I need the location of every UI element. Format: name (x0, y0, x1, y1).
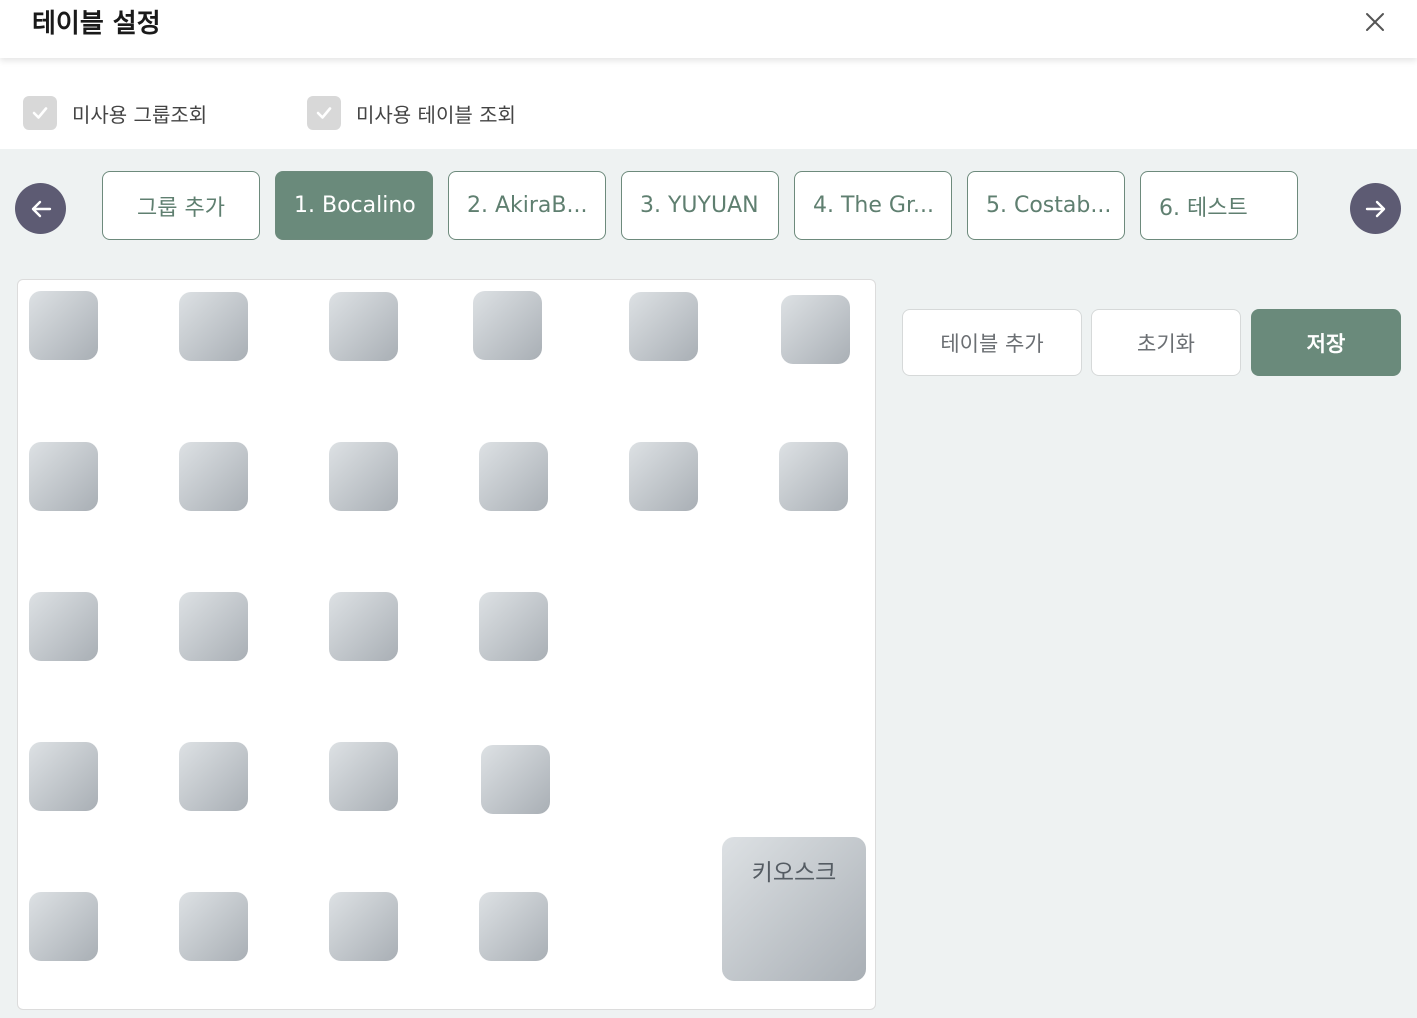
table-tile[interactable] (329, 892, 398, 961)
arrow-left-icon (31, 200, 51, 217)
table-tile[interactable] (329, 442, 398, 511)
table-tile[interactable] (329, 592, 398, 661)
table-tile[interactable] (329, 292, 398, 361)
floor-plan: 키오스크 (17, 279, 876, 1010)
filter-bar: 미사용 그룹조회 미사용 테이블 조회 (0, 58, 1417, 149)
close-button[interactable] (1363, 10, 1387, 34)
group-tab-5[interactable]: 5. Costab... (967, 171, 1125, 240)
unused-group-filter[interactable]: 미사용 그룹조회 (23, 96, 207, 130)
add-table-button[interactable]: 테이블 추가 (902, 309, 1082, 376)
prev-group-button[interactable] (15, 183, 66, 234)
group-tab-2[interactable]: 2. AkiraB... (448, 171, 606, 240)
kiosk-label: 키오스크 (751, 860, 837, 886)
table-tile[interactable] (179, 292, 248, 361)
table-tile[interactable] (29, 742, 98, 811)
table-tile[interactable] (629, 292, 698, 361)
unused-table-label: 미사용 테이블 조회 (356, 102, 516, 127)
check-icon (316, 107, 332, 119)
next-group-button[interactable] (1350, 183, 1401, 234)
table-tile[interactable] (781, 295, 850, 364)
unused-group-checkbox[interactable] (23, 96, 57, 130)
table-tile[interactable] (629, 442, 698, 511)
close-icon (1366, 13, 1384, 31)
group-tab-4[interactable]: 4. The Gr... (794, 171, 952, 240)
table-tile[interactable] (29, 442, 98, 511)
kiosk-tile[interactable]: 키오스크 (722, 837, 866, 981)
group-tab-1[interactable]: 1. Bocalino (275, 171, 433, 240)
table-tile[interactable] (473, 291, 542, 360)
table-tile[interactable] (479, 892, 548, 961)
modal-title: 테이블 설정 (32, 9, 161, 39)
table-tile[interactable] (179, 442, 248, 511)
group-tab-6[interactable]: 6. 테스트 (1140, 171, 1298, 240)
group-tab-3[interactable]: 3. YUYUAN (621, 171, 779, 240)
table-tile[interactable] (329, 742, 398, 811)
table-tile[interactable] (29, 291, 98, 360)
table-tile[interactable] (479, 442, 548, 511)
table-tile[interactable] (179, 892, 248, 961)
table-tile[interactable] (179, 742, 248, 811)
check-icon (32, 107, 48, 119)
table-tile[interactable] (779, 442, 848, 511)
unused-group-label: 미사용 그룹조회 (72, 102, 208, 127)
table-tile[interactable] (479, 592, 548, 661)
unused-table-checkbox[interactable] (307, 96, 341, 130)
table-tile[interactable] (29, 592, 98, 661)
table-tile[interactable] (179, 592, 248, 661)
unused-table-filter[interactable]: 미사용 테이블 조회 (307, 96, 516, 130)
arrow-right-icon (1365, 200, 1385, 217)
reset-button[interactable]: 초기화 (1091, 309, 1241, 376)
table-tile[interactable] (29, 892, 98, 961)
table-tile[interactable] (481, 745, 550, 814)
modal-header: 테이블 설정 (0, 0, 1417, 58)
save-button[interactable]: 저장 (1251, 309, 1401, 376)
add-group-button[interactable]: 그룹 추가 (102, 171, 260, 240)
